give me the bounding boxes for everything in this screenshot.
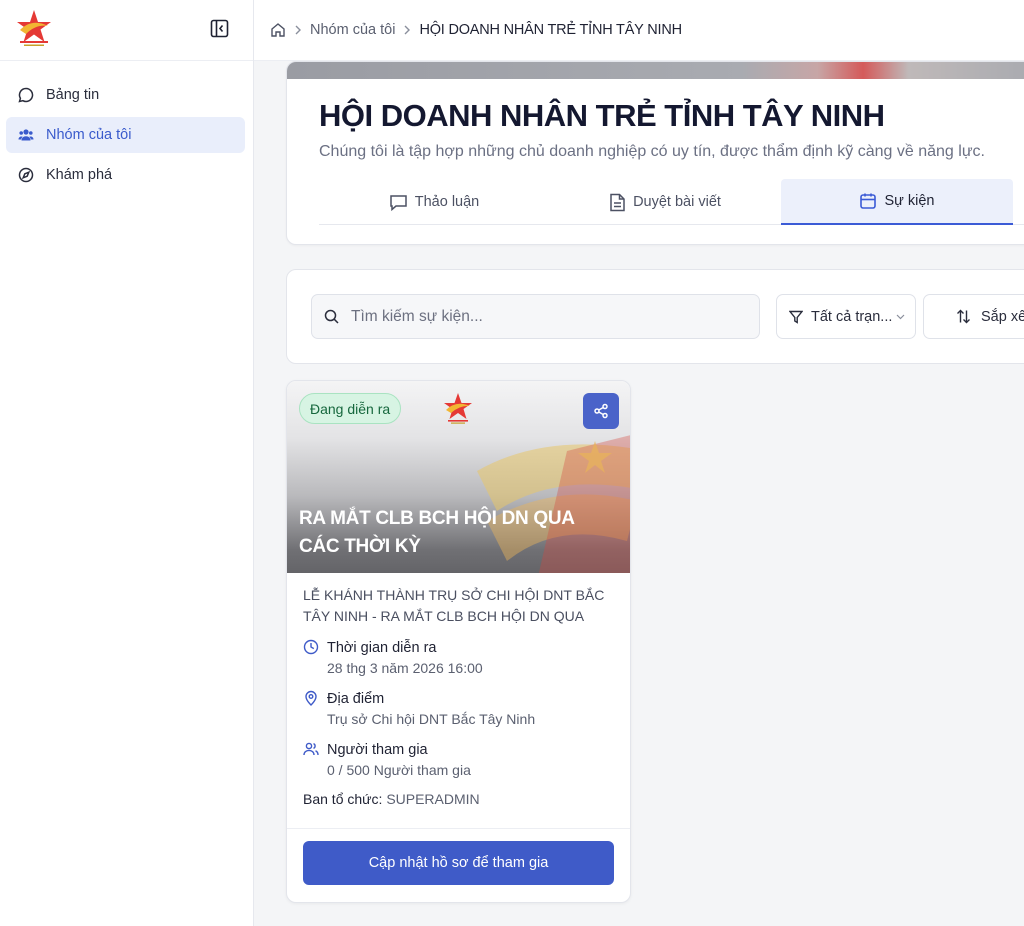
event-location-value: Trụ sở Chi hội DNT Bắc Tây Ninh (327, 711, 536, 727)
organizer-name: SUPERADMIN (386, 791, 480, 807)
event-organizer: Ban tổ chức: SUPERADMIN (303, 791, 614, 807)
organizer-label: Ban tổ chức: (303, 791, 383, 807)
event-location-label: Địa điểm (327, 691, 385, 707)
event-participants-row: Người tham gia 0 / 500 Người tham gia (303, 740, 614, 780)
map-pin-icon (305, 690, 317, 706)
users-icon (18, 129, 34, 141)
status-filter-label: Tất cả trạn... (811, 308, 893, 325)
sidebar: Bảng tin Nhóm của tôi Khám phá (0, 0, 254, 926)
event-card[interactable]: Đang diễn ra RA MẮT CLB BCH HỘI DN QUA C… (286, 380, 631, 903)
tab-thao-luan[interactable]: Thảo luận (319, 179, 549, 225)
event-time-row: Thời gian diễn ra 28 thg 3 năm 2026 16:0… (303, 638, 614, 678)
home-icon[interactable] (270, 22, 286, 38)
tab-label: Thảo luận (414, 194, 480, 210)
tab-label: Sự kiện (884, 193, 935, 209)
file-text-icon (610, 193, 625, 211)
event-search-box[interactable] (311, 294, 760, 339)
sidebar-collapse-button[interactable] (210, 19, 229, 38)
event-filter-bar: Tất cả trạn... Sắp xếp (286, 269, 1024, 364)
chevron-right-icon (403, 25, 411, 35)
chevron-right-icon (294, 25, 302, 35)
update-profile-to-join-button[interactable]: Cập nhật hồ sơ để tham gia (303, 841, 614, 885)
group-description: Chúng tôi là tập hợp những chủ doanh ngh… (319, 143, 985, 160)
group-header-card: HỘI DOANH NHÂN TRẺ TỈNH TÂY NINH Chúng t… (286, 61, 1024, 245)
page-title: HỘI DOANH NHÂN TRẺ TỈNH TÂY NINH (319, 98, 885, 133)
logo-icon[interactable] (14, 8, 54, 48)
group-tabs: Thảo luận Duyệt bài viết Sự kiện (319, 179, 1024, 225)
event-time-value: 28 thg 3 năm 2026 16:00 (327, 660, 483, 676)
event-cover: Đang diễn ra RA MẮT CLB BCH HỘI DN QUA C… (287, 381, 630, 573)
share-icon (594, 403, 608, 419)
sidebar-nav: Bảng tin Nhóm của tôi Khám phá (6, 77, 245, 197)
filter-icon (789, 310, 803, 324)
chat-bubble-icon (18, 87, 34, 103)
clock-icon (303, 639, 319, 655)
group-cover-image (287, 62, 1024, 79)
breadcrumb-current: HỘI DOANH NHÂN TRẺ TỈNH TÂY NINH (419, 22, 682, 38)
sidebar-collapse-icon (210, 19, 229, 38)
tab-duyet-bai-viet[interactable]: Duyệt bài viết (549, 179, 781, 225)
chevron-down-icon (896, 314, 905, 319)
event-participants-value: 0 / 500 Người tham gia (327, 762, 471, 778)
event-participants-label: Người tham gia (327, 742, 428, 758)
event-card-footer: Cập nhật hồ sơ để tham gia (287, 828, 630, 902)
search-input[interactable] (351, 307, 731, 326)
event-details: LỄ KHÁNH THÀNH TRỤ SỞ CHI HỘI DNT BẮC TÂ… (287, 573, 630, 807)
sidebar-item-kham-pha[interactable]: Khám phá (6, 157, 245, 193)
event-time-label: Thời gian diễn ra (327, 640, 437, 656)
event-title[interactable]: RA MẮT CLB BCH HỘI DN QUA CÁC THỜI KỲ (299, 505, 619, 561)
calendar-icon (860, 193, 877, 209)
sidebar-item-label: Khám phá (46, 167, 113, 183)
sidebar-item-nhom-cua-toi[interactable]: Nhóm của tôi (6, 117, 245, 153)
tab-label: Duyệt bài viết (633, 194, 721, 210)
share-button[interactable] (583, 393, 619, 429)
sidebar-item-label: Bảng tin (46, 87, 100, 103)
organization-logo-icon (444, 393, 472, 424)
sidebar-item-label: Nhóm của tôi (46, 127, 132, 143)
sort-icon (957, 309, 970, 324)
status-filter-dropdown[interactable]: Tất cả trạn... (776, 294, 916, 339)
search-icon (324, 309, 339, 324)
message-square-icon (390, 194, 407, 211)
breadcrumb: Nhóm của tôi HỘI DOANH NHÂN TRẺ TỈNH TÂY… (254, 0, 1024, 61)
sort-button[interactable]: Sắp xếp (923, 294, 1024, 339)
sidebar-header (0, 0, 253, 61)
tab-su-kien[interactable]: Sự kiện (781, 179, 1013, 225)
sort-label: Sắp xếp (981, 308, 1024, 325)
event-description: LỄ KHÁNH THÀNH TRỤ SỞ CHI HỘI DNT BẮC TÂ… (303, 587, 605, 624)
status-badge: Đang diễn ra (299, 393, 402, 424)
sidebar-item-bang-tin[interactable]: Bảng tin (6, 77, 245, 113)
compass-icon (18, 167, 34, 183)
breadcrumb-link-nhom-cua-toi[interactable]: Nhóm của tôi (310, 22, 395, 38)
event-location-row: Địa điểm Trụ sở Chi hội DNT Bắc Tây Ninh (303, 689, 614, 729)
users-outline-icon (303, 742, 319, 756)
